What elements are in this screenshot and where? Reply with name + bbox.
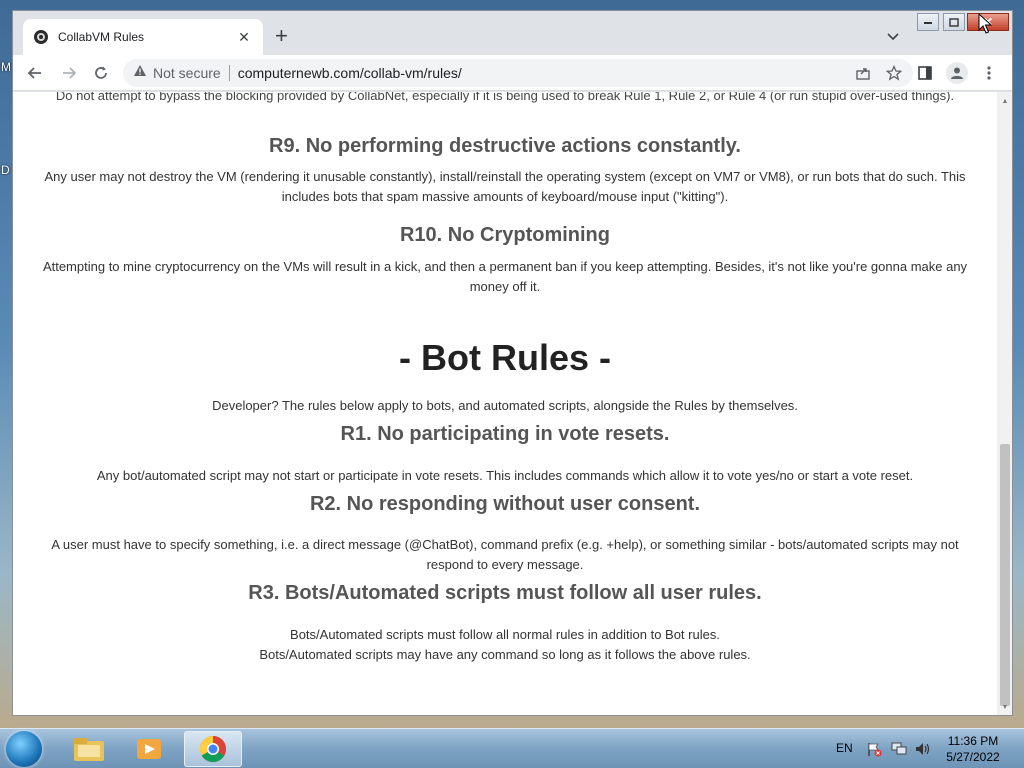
rule-r9-body: Any user may not destroy the VM (renderi…: [44, 169, 966, 204]
taskbar-media-player-icon[interactable]: [120, 731, 178, 767]
collabvm-favicon-icon: [33, 29, 49, 45]
security-status-label[interactable]: Not secure: [153, 65, 221, 81]
network-icon[interactable]: [890, 741, 908, 762]
omnibox-separator: [228, 65, 230, 81]
scroll-down-arrow-icon[interactable]: ▼: [997, 700, 1012, 714]
minimize-button[interactable]: [917, 13, 939, 31]
bookmark-star-icon[interactable]: [885, 64, 903, 86]
system-clock[interactable]: 11:36 PM 5/27/2022: [940, 733, 1006, 765]
taskbar-explorer-folder-icon[interactable]: [60, 731, 118, 767]
taskbar-chrome-icon[interactable]: [184, 731, 242, 767]
bot-rules-title: - Bot Rules -: [399, 337, 611, 378]
bot-rule-r1-body: Any bot/automated script may not start o…: [96, 468, 914, 483]
reload-icon[interactable]: [91, 63, 111, 83]
partially-scrolled-rule-text: Do not attempt to bypass the blocking pr…: [55, 92, 955, 103]
bot-rule-r3-body-line1: Bots/Automated scripts must follow all n…: [290, 627, 720, 642]
tab-close-icon[interactable]: ✕: [235, 29, 253, 46]
windows-taskbar: EN 11:36 PM 5/27/2022: [0, 728, 1024, 768]
desktop-label-m: M: [1, 60, 11, 74]
browser-window: CollabVM Rules ✕ + ✕ Not secure: [12, 10, 1013, 716]
browser-titlebar: CollabVM Rules ✕ + ✕: [13, 11, 1012, 55]
tab-title: CollabVM Rules: [58, 30, 145, 44]
page-scrollbar[interactable]: ▲ ▼: [997, 92, 1012, 715]
mouse-cursor-icon: [978, 13, 992, 34]
scrollbar-thumb[interactable]: [1000, 444, 1010, 706]
rule-r9-heading: R9. No performing destructive actions co…: [269, 135, 741, 157]
clock-time: 11:36 PM: [947, 734, 999, 748]
new-tab-plus-icon[interactable]: +: [275, 25, 288, 47]
warning-triangle-icon[interactable]: [133, 64, 147, 82]
address-bar[interactable]: Not secure computernewb.com/collab-vm/ru…: [123, 59, 913, 87]
back-arrow-icon[interactable]: [25, 63, 45, 83]
volume-speaker-icon[interactable]: [914, 741, 932, 762]
bot-rule-r3-heading: R3. Bots/Automated scripts must follow a…: [248, 582, 762, 604]
rule-r10-heading: R10. No Cryptomining: [399, 224, 610, 246]
forward-arrow-icon[interactable]: [59, 63, 79, 83]
bot-rules-intro: Developer? The rules below apply to bots…: [212, 398, 798, 413]
browser-toolbar: Not secure computernewb.com/collab-vm/ru…: [13, 55, 1012, 91]
bot-rule-r1-heading: R1. No participating in vote resets.: [340, 423, 670, 445]
url-text[interactable]: computernewb.com/collab-vm/rules/: [238, 65, 462, 81]
share-icon[interactable]: [855, 65, 871, 86]
start-button-windows-orb-icon[interactable]: [6, 731, 42, 767]
desktop-label-d: D: [1, 163, 10, 177]
language-indicator[interactable]: EN: [836, 741, 853, 755]
bot-rule-r2-heading: R2. No responding without user consent.: [309, 493, 701, 515]
page-content: Do not attempt to bypass the blocking pr…: [13, 92, 997, 715]
bot-rule-r3-body-line2: Bots/Automated scripts may have any comm…: [259, 647, 751, 662]
bot-rule-r2-body: A user must have to specify something, i…: [51, 537, 959, 572]
action-center-flag-icon[interactable]: [866, 741, 882, 762]
clock-date: 5/27/2022: [946, 750, 1000, 764]
scroll-up-arrow-icon[interactable]: ▲: [997, 94, 1012, 108]
tab-collabvm-rules[interactable]: CollabVM Rules ✕: [23, 19, 263, 55]
tab-search-chevron-icon[interactable]: [887, 28, 899, 46]
profile-avatar-icon[interactable]: [946, 62, 968, 84]
side-panel-icon[interactable]: [915, 63, 935, 83]
kebab-menu-icon[interactable]: [979, 63, 999, 83]
rule-r10-body: Attempting to mine cryptocurrency on the…: [42, 259, 968, 294]
maximize-button[interactable]: [943, 13, 965, 31]
